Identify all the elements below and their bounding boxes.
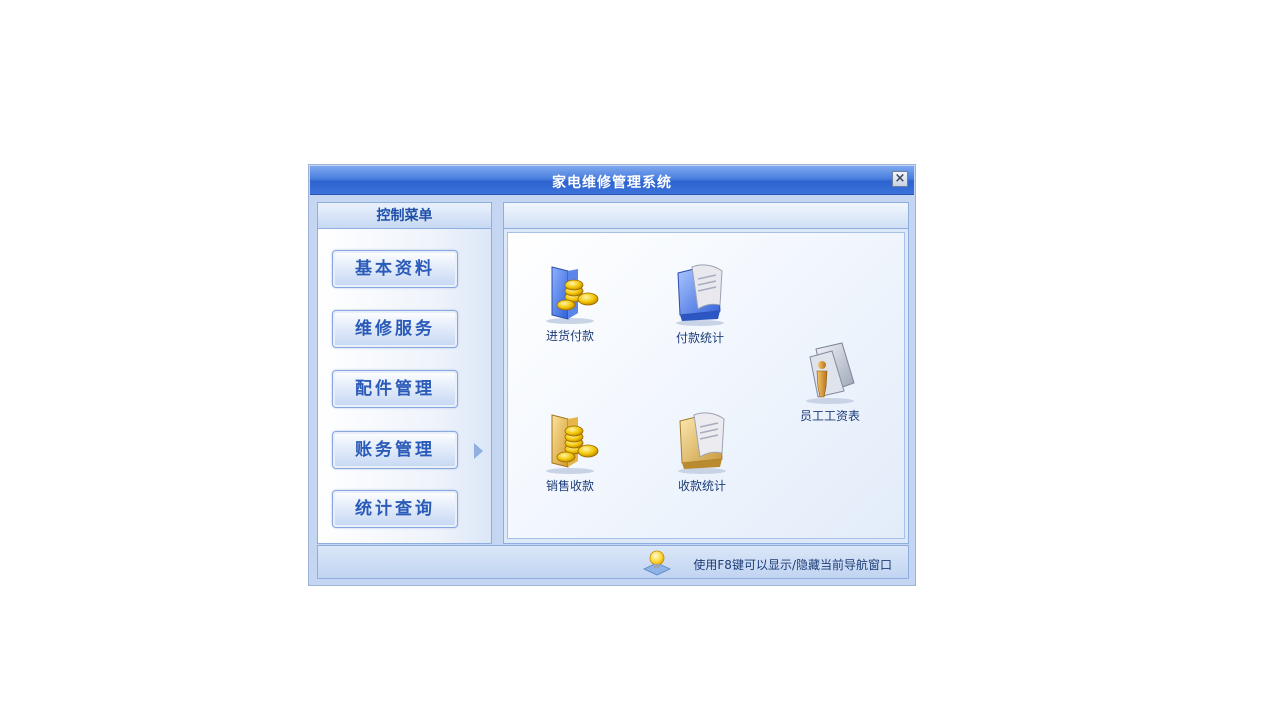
yellow-folder-scroll-icon (678, 412, 726, 474)
blue-folder-coins-icon (546, 266, 599, 324)
app-label: 付款统计 (675, 331, 724, 345)
lightbulb-icon (643, 550, 671, 576)
window-title: 家电维修管理系统 (552, 175, 672, 191)
function-panel: 进货付款 付款统计 员工工资表 销售收款 收款统计 (503, 202, 909, 544)
app-label: 进货付款 (545, 329, 594, 343)
main-window: 家电维修管理系统 × 控制菜单 基本资料 维修服务 配件管理 账务管理 统计查询 (308, 164, 916, 586)
close-icon: × (894, 171, 906, 186)
close-button[interactable]: × (892, 171, 908, 187)
status-hint-text: 使用F8键可以显示/隐藏当前导航窗口 (693, 558, 892, 572)
blue-folder-scroll-icon (676, 264, 724, 326)
app-receipt-statistics[interactable]: 收款统计 (662, 409, 742, 494)
control-menu-header: 控制菜单 (318, 203, 491, 229)
title-bar[interactable]: 家电维修管理系统 × (310, 166, 914, 195)
yellow-folder-coins-icon (546, 414, 599, 474)
app-payment-statistics[interactable]: 付款统计 (660, 261, 740, 346)
function-panel-header (504, 203, 908, 229)
menu-button-parts-management[interactable]: 配件管理 (332, 370, 458, 408)
employee-document-icon (806, 342, 855, 404)
status-bar: 使用F8键可以显示/隐藏当前导航窗口 (317, 545, 909, 579)
control-menu-panel: 控制菜单 基本资料 维修服务 配件管理 账务管理 统计查询 (317, 202, 492, 544)
selected-arrow-icon (474, 443, 483, 459)
menu-button-accounts-management[interactable]: 账务管理 (332, 431, 458, 469)
menu-button-basic-info[interactable]: 基本资料 (332, 250, 458, 288)
app-employee-payroll[interactable]: 员工工资表 (790, 339, 870, 424)
app-label: 收款统计 (677, 479, 726, 493)
app-purchase-payment[interactable]: 进货付款 (530, 261, 610, 344)
menu-button-statistics-query[interactable]: 统计查询 (332, 490, 458, 528)
app-label: 销售收款 (545, 479, 594, 493)
menu-button-repair-service[interactable]: 维修服务 (332, 310, 458, 348)
app-sales-receipt[interactable]: 销售收款 (530, 409, 610, 494)
app-label: 员工工资表 (799, 409, 860, 423)
function-content-area: 进货付款 付款统计 员工工资表 销售收款 收款统计 (507, 232, 905, 539)
